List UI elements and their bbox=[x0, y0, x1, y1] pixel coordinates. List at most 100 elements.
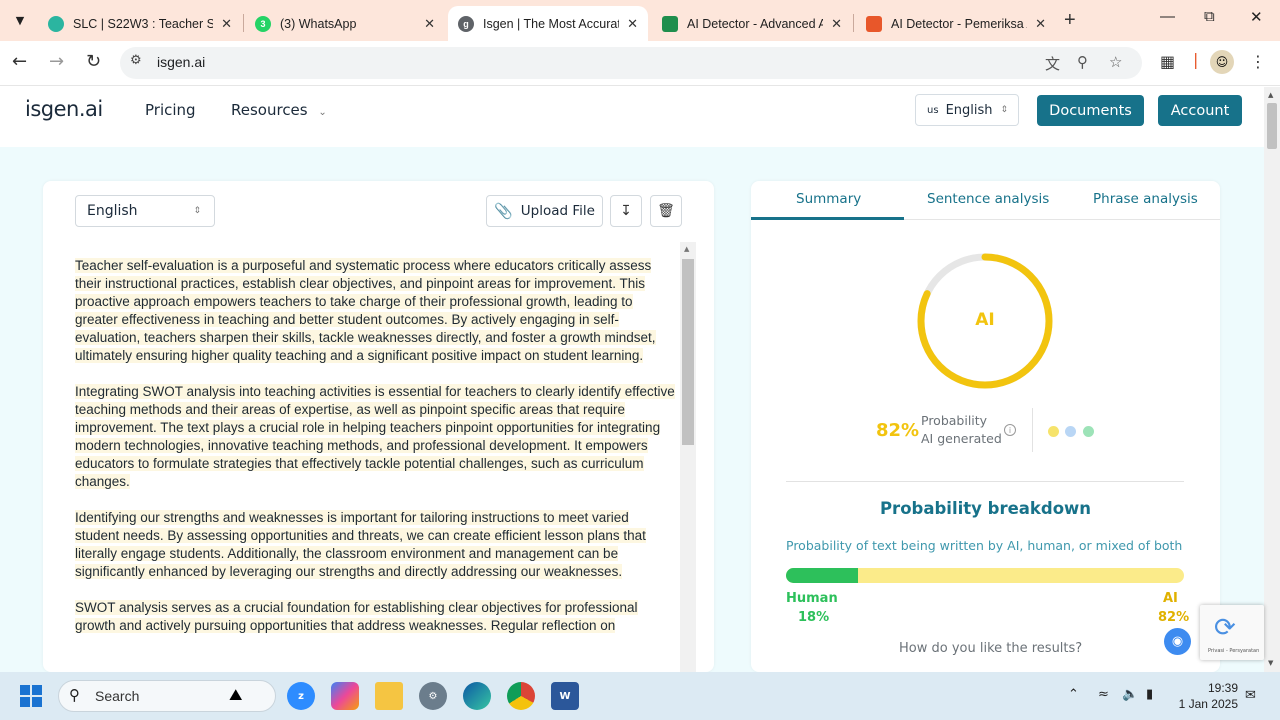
page-scrollbar-thumb[interactable] bbox=[1267, 103, 1277, 149]
paragraph-text: Integrating SWOT analysis into teaching … bbox=[75, 384, 675, 489]
extensions-icon[interactable]: ▦ bbox=[1160, 52, 1175, 71]
human-percent: 18% bbox=[798, 610, 830, 625]
zoom-app-icon[interactable]: z bbox=[287, 682, 315, 710]
tab-title: SLC | S22W3 : Teacher Sel bbox=[73, 16, 214, 31]
search-highlight-icon: ⛰ bbox=[229, 685, 243, 704]
close-tab-icon[interactable]: ✕ bbox=[424, 16, 435, 32]
close-window-icon[interactable]: ✕ bbox=[1250, 8, 1263, 26]
browser-menu-icon[interactable]: ⋮ bbox=[1250, 52, 1266, 71]
human-bar-fill bbox=[786, 568, 858, 583]
word-app-icon[interactable]: W bbox=[551, 682, 579, 710]
account-button[interactable]: Account bbox=[1158, 95, 1242, 126]
recaptcha-badge[interactable]: ⟳ Privasi - Persyaratan bbox=[1200, 605, 1264, 660]
tab-title: (3) WhatsApp bbox=[280, 16, 357, 31]
probability-bar bbox=[786, 568, 1184, 583]
windows-start-icon[interactable] bbox=[20, 685, 42, 707]
taskbar-search[interactable]: ⚲ Search ⛰ bbox=[58, 680, 276, 712]
browser-toolbar: ← → ↻ ⚙ isgen.ai 文 ⚲ ☆ ▦ | ☺ ⋮ bbox=[0, 41, 1280, 86]
translate-icon[interactable]: 文 bbox=[1045, 53, 1060, 74]
tab-divider bbox=[243, 14, 244, 32]
edge-browser-icon[interactable] bbox=[463, 682, 491, 710]
paragraph-text: SWOT analysis serves as a crucial founda… bbox=[75, 600, 638, 633]
site-language-select[interactable]: us English ⇕ bbox=[915, 94, 1019, 126]
ring-center-label: AI bbox=[975, 310, 995, 330]
wifi-icon[interactable]: ≈ bbox=[1098, 687, 1109, 702]
close-tab-icon[interactable]: ✕ bbox=[221, 16, 232, 32]
scroll-up-arrow-icon[interactable]: ▲ bbox=[684, 245, 689, 253]
page-scrollbar[interactable]: ▲ ▼ bbox=[1264, 87, 1280, 672]
scrollbar-thumb[interactable] bbox=[682, 259, 694, 445]
paragraph-text: Teacher self-evaluation is a purposeful … bbox=[75, 258, 656, 363]
delete-button[interactable]: 🗑 bbox=[650, 195, 682, 227]
browser-tab-whatsapp[interactable]: 3 (3) WhatsApp ✕ bbox=[245, 6, 445, 41]
pemeriksa-favicon-icon bbox=[866, 15, 882, 32]
tab-phrase-analysis[interactable]: Phrase analysis bbox=[1093, 191, 1198, 207]
volume-icon[interactable]: 🔈 bbox=[1122, 687, 1138, 702]
chrome-browser-icon[interactable] bbox=[507, 682, 535, 710]
settings-app-icon[interactable]: ⚙ bbox=[419, 682, 447, 710]
browser-tab-isgen[interactable]: g Isgen | The Most Accurat ✕ bbox=[448, 6, 648, 41]
restore-icon[interactable]: ⧉ bbox=[1204, 8, 1215, 25]
back-icon[interactable]: ← bbox=[12, 51, 27, 72]
ai-detector-favicon-icon bbox=[662, 15, 678, 32]
pricing-link[interactable]: Pricing bbox=[145, 101, 196, 119]
tab-search-chevron-icon[interactable]: ▼ bbox=[8, 8, 32, 32]
forward-icon[interactable]: → bbox=[49, 51, 64, 72]
tab-sentence-analysis[interactable]: Sentence analysis bbox=[927, 191, 1049, 207]
search-icon: ⚲ bbox=[69, 686, 80, 704]
legend-dot-mixed bbox=[1065, 426, 1076, 437]
paperclip-icon: 📎 bbox=[494, 202, 513, 220]
profile-avatar-icon[interactable]: ☺ bbox=[1210, 50, 1234, 74]
resources-menu[interactable]: Resources ⌄ bbox=[231, 101, 327, 119]
paragraph: Integrating SWOT analysis into teaching … bbox=[75, 383, 675, 491]
site-logo[interactable]: isgen.ai bbox=[25, 97, 103, 121]
editor-language-select[interactable]: English ⇕ bbox=[75, 195, 215, 227]
zoom-icon[interactable]: ⚲ bbox=[1077, 53, 1088, 71]
scroll-down-arrow-icon[interactable]: ▼ bbox=[1268, 659, 1273, 667]
upload-label: Upload File bbox=[520, 203, 595, 219]
close-tab-icon[interactable]: ✕ bbox=[831, 16, 842, 32]
documents-button[interactable]: Documents bbox=[1037, 95, 1144, 126]
minimize-icon[interactable]: — bbox=[1160, 8, 1175, 25]
close-tab-icon[interactable]: ✕ bbox=[1035, 16, 1046, 32]
address-bar[interactable]: ⚙ isgen.ai 文 ⚲ ☆ bbox=[120, 47, 1142, 79]
scroll-up-arrow-icon[interactable]: ▲ bbox=[1268, 91, 1273, 99]
download-file-button[interactable]: ↧ bbox=[610, 195, 642, 227]
battery-icon[interactable]: ▮ bbox=[1146, 687, 1153, 702]
copilot-app-icon[interactable] bbox=[331, 682, 359, 710]
editor-textarea[interactable]: Teacher self-evaluation is a purposeful … bbox=[75, 257, 675, 653]
editor-scrollbar[interactable]: ▲ bbox=[680, 242, 696, 672]
clock-time: 19:39 bbox=[1207, 681, 1238, 695]
ai-probability-percent: 82% bbox=[876, 420, 920, 441]
paragraph: SWOT analysis serves as a crucial founda… bbox=[75, 599, 675, 635]
result-tabs: Summary Sentence analysis Phrase analysi… bbox=[751, 181, 1220, 220]
tab-title: AI Detector - Pemeriksa A bbox=[891, 16, 1028, 31]
bookmark-star-icon[interactable]: ☆ bbox=[1109, 53, 1122, 71]
windows-taskbar: ⚲ Search ⛰ z ⚙ W ⌃ ≈ 🔈 ▮ 19:39 1 Jan 202… bbox=[0, 672, 1280, 720]
updown-chevron-icon: ⇕ bbox=[193, 206, 201, 216]
reload-icon[interactable]: ↻ bbox=[86, 51, 101, 72]
upload-file-button[interactable]: 📎 Upload File bbox=[486, 195, 603, 227]
file-explorer-icon[interactable] bbox=[375, 682, 403, 710]
legend-dot-human bbox=[1083, 426, 1094, 437]
site-info-icon[interactable]: ⚙ bbox=[130, 53, 142, 68]
tray-overflow-chevron-icon[interactable]: ⌃ bbox=[1068, 687, 1079, 702]
editor-language-label: English bbox=[87, 203, 138, 219]
grammar-assistant-icon[interactable]: ◉ bbox=[1164, 628, 1191, 655]
close-tab-icon[interactable]: ✕ bbox=[627, 16, 638, 32]
browser-tab-pemeriksa[interactable]: AI Detector - Pemeriksa A ✕ bbox=[856, 6, 1056, 41]
taskbar-clock[interactable]: 19:39 1 Jan 2025 bbox=[1176, 680, 1238, 712]
browser-tab-ai-detector[interactable]: AI Detector - Advanced A ✕ bbox=[652, 6, 852, 41]
probability-caption-line1: Probability bbox=[921, 413, 988, 428]
tab-title: Isgen | The Most Accurat bbox=[483, 16, 620, 31]
resources-label: Resources bbox=[231, 101, 308, 119]
browser-tab-slc[interactable]: SLC | S22W3 : Teacher Sel ✕ bbox=[38, 6, 242, 41]
info-icon[interactable]: i bbox=[1004, 424, 1016, 436]
new-tab-icon[interactable]: + bbox=[1064, 9, 1076, 32]
chevron-down-icon: ⌄ bbox=[318, 107, 327, 118]
tab-summary[interactable]: Summary bbox=[796, 191, 861, 207]
notification-icon[interactable]: ✉ bbox=[1245, 688, 1256, 703]
site-header: isgen.ai Pricing Resources ⌄ us English … bbox=[0, 87, 1264, 147]
slc-favicon-icon bbox=[48, 15, 64, 32]
updown-chevron-icon: ⇕ bbox=[1000, 105, 1009, 115]
